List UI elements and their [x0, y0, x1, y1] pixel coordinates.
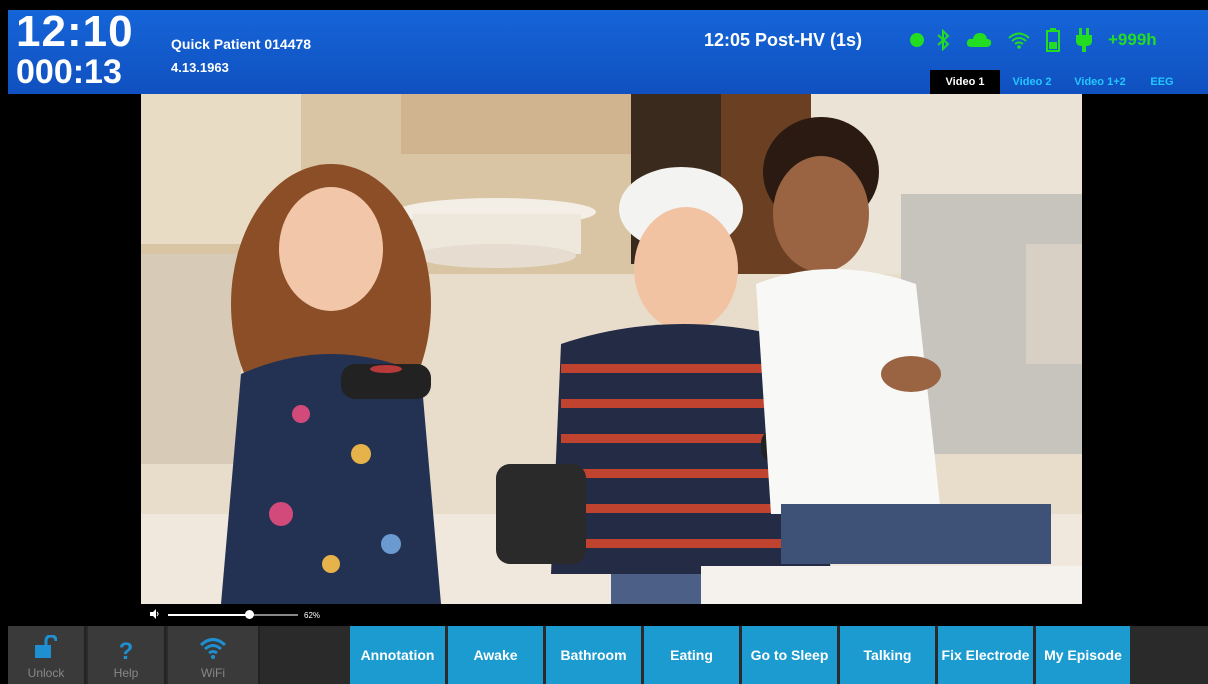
tab-video-1-2[interactable]: Video 1+2	[1064, 70, 1136, 94]
battery-icon	[1046, 28, 1060, 52]
power-plug-icon	[1076, 28, 1092, 52]
eating-button[interactable]: Eating	[644, 626, 739, 684]
awake-button[interactable]: Awake	[448, 626, 543, 684]
tab-video-1[interactable]: Video 1	[930, 70, 1000, 94]
unlock-icon	[35, 634, 58, 664]
speaker-icon	[150, 606, 160, 624]
volume-slider-fill	[168, 614, 249, 616]
header-bar: 12:10 000:13 Quick Patient 014478 4.13.1…	[8, 10, 1208, 94]
status-dot-icon	[910, 33, 924, 47]
volume-slider-knob[interactable]	[244, 610, 254, 619]
go-to-sleep-button[interactable]: Go to Sleep	[742, 626, 837, 684]
status-icons: +999h	[906, 26, 1157, 54]
elapsed-timer: 000:13	[16, 53, 122, 91]
bluetooth-icon	[936, 29, 950, 51]
battery-hours: +999h	[1108, 30, 1157, 49]
unlock-button[interactable]: Unlock	[8, 626, 86, 684]
patient-dob: 4.13.1963	[171, 60, 229, 75]
current-event: 12:05 Post-HV (1s)	[704, 30, 863, 50]
volume-slider[interactable]	[168, 610, 298, 619]
clock-time: 12:10	[16, 7, 134, 56]
my-episode-button[interactable]: My Episode	[1036, 626, 1130, 684]
tab-video-2[interactable]: Video 2	[1000, 70, 1064, 94]
video-area: 62%	[8, 94, 1208, 626]
volume-control[interactable]: 62%	[150, 608, 320, 622]
wifi-icon	[1008, 31, 1030, 49]
volume-percent: 62%	[304, 610, 321, 620]
bathroom-button[interactable]: Bathroom	[546, 626, 641, 684]
wifi-label: WiFi	[201, 666, 225, 680]
fix-electrode-button[interactable]: Fix Electrode	[938, 626, 1033, 684]
video-feed[interactable]	[141, 94, 1082, 604]
wifi-button[interactable]: WiFi	[168, 626, 260, 684]
annotation-button[interactable]: Annotation	[350, 626, 445, 684]
help-icon: ?	[118, 638, 134, 665]
unlock-label: Unlock	[27, 666, 65, 680]
tab-eeg[interactable]: EEG	[1136, 70, 1188, 94]
help-button[interactable]: ? Help	[88, 626, 166, 684]
talking-button[interactable]: Talking	[840, 626, 935, 684]
video-scene-image	[141, 94, 1082, 604]
wifi-icon	[199, 637, 227, 664]
help-label: Help	[113, 666, 139, 680]
cloud-icon	[966, 31, 992, 49]
video-tabs: Video 1 Video 2 Video 1+2 EEG	[930, 70, 1188, 94]
bottom-toolbar: Unlock ? Help WiFi Annotation Awake Bath…	[8, 626, 1208, 684]
patient-name: Quick Patient 014478	[171, 36, 312, 52]
